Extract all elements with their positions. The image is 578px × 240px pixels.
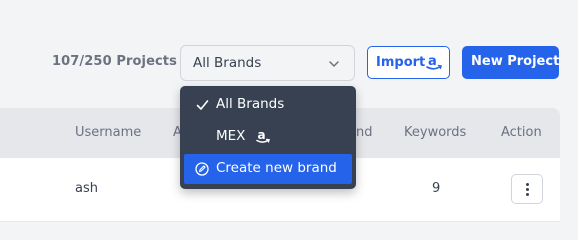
dropdown-item-label: All Brands xyxy=(216,96,285,112)
dropdown-item-mex[interactable]: MEX a xyxy=(184,122,352,152)
column-header-username[interactable]: Username xyxy=(75,125,141,140)
kebab-dot-icon xyxy=(526,183,529,186)
check-icon xyxy=(196,100,209,110)
brand-select[interactable]: All Brands xyxy=(180,45,355,81)
svg-text:a: a xyxy=(428,54,437,69)
row-actions-button[interactable] xyxy=(511,174,543,204)
project-count: 107/250 Projects xyxy=(52,54,177,69)
dropdown-item-create-new-brand[interactable]: Create new brand xyxy=(184,154,352,184)
import-button[interactable]: Import a xyxy=(367,46,450,79)
edit-icon xyxy=(195,162,209,176)
brand-select-value: All Brands xyxy=(193,55,262,71)
column-header-action: Action xyxy=(501,125,542,140)
cell-username: ash xyxy=(75,181,98,196)
svg-text:a: a xyxy=(258,128,266,142)
amazon-icon: a xyxy=(256,128,270,143)
import-button-label: Import xyxy=(376,55,426,70)
chevron-down-icon xyxy=(329,61,339,67)
dropdown-item-label: Create new brand xyxy=(216,160,337,176)
new-project-button-label: New Project xyxy=(471,54,560,69)
amazon-icon: a xyxy=(426,54,442,70)
brand-dropdown-menu: All Brands MEX a Create new brand xyxy=(180,86,356,189)
column-header-brand[interactable]: nd xyxy=(356,125,373,140)
new-project-button[interactable]: New Project xyxy=(462,46,559,79)
kebab-dot-icon xyxy=(526,188,529,191)
kebab-dot-icon xyxy=(526,193,529,196)
dropdown-item-label: MEX xyxy=(216,128,246,144)
column-header-keywords[interactable]: Keywords xyxy=(404,125,466,140)
cell-keywords: 9 xyxy=(432,181,441,196)
dropdown-item-all-brands[interactable]: All Brands xyxy=(184,90,352,120)
